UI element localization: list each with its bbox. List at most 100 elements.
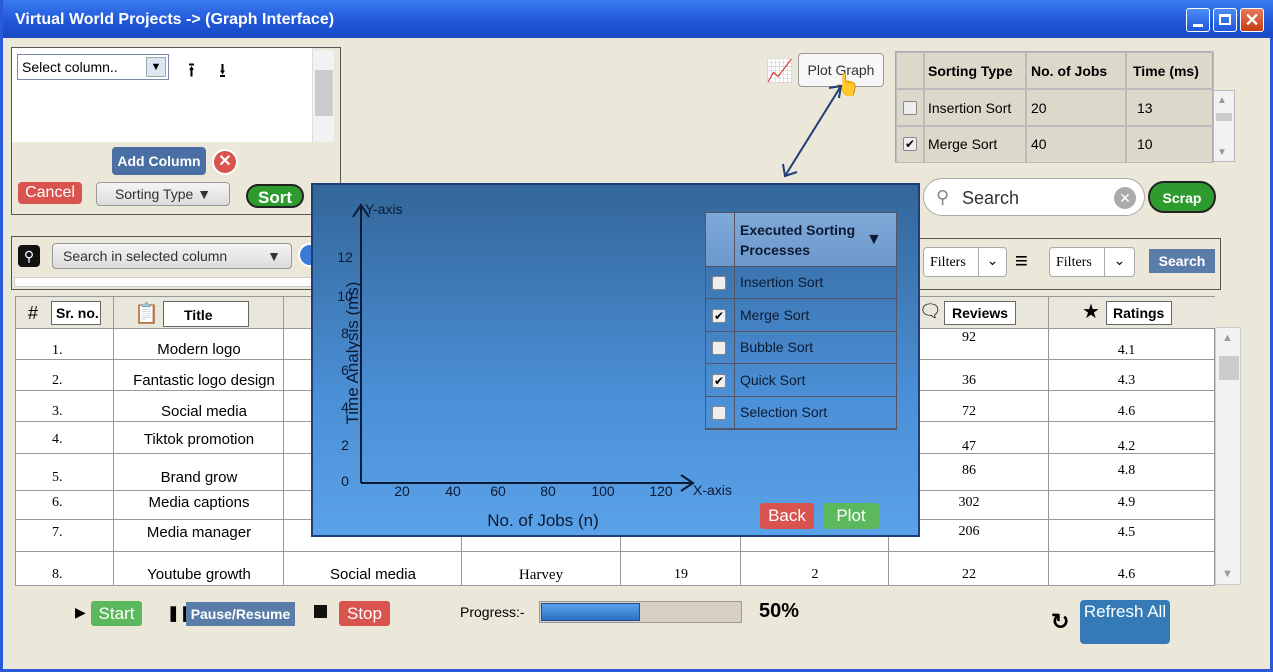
back-button[interactable]: Back xyxy=(760,503,814,529)
row-rating: 4.5 xyxy=(1117,525,1136,540)
process-row: Insertion Sort xyxy=(706,267,896,299)
x-tick-label: 40 xyxy=(445,483,461,499)
pause-resume-button[interactable]: Pause/Resume xyxy=(186,602,295,626)
y-tick-label: 4 xyxy=(341,399,349,415)
x-tick-label: 120 xyxy=(649,483,673,499)
process-label: Insertion Sort xyxy=(740,274,824,290)
close-icon: ✕ xyxy=(1244,10,1260,30)
header-time: Time (ms) xyxy=(1126,52,1214,89)
y-tick-label: 0 xyxy=(341,473,349,489)
play-icon: ▶ xyxy=(75,604,86,620)
row-title: Media manager xyxy=(146,524,252,541)
header-sorting-type: Sorting Type xyxy=(924,52,1026,89)
row-rating: 4.8 xyxy=(1117,463,1136,478)
search-icon: ⚲ xyxy=(18,245,40,267)
y-tick-label: 12 xyxy=(337,249,353,265)
progress-label: Progress:- xyxy=(460,604,525,620)
y-tick-label: 6 xyxy=(341,362,349,378)
cancel-button[interactable]: Cancel xyxy=(18,182,82,204)
header-title[interactable]: Title xyxy=(163,301,249,327)
x-tick-label: 60 xyxy=(490,483,506,499)
chevron-down-icon: ⌄ xyxy=(978,248,1006,276)
horizontal-scrollbar[interactable] xyxy=(14,277,314,287)
close-button[interactable]: ✕ xyxy=(1240,8,1264,32)
process-label: Merge Sort xyxy=(740,306,810,323)
search-button[interactable]: Search xyxy=(1149,249,1215,273)
row-sr: 3. xyxy=(52,404,63,419)
column-select[interactable]: Select column.. ▼ xyxy=(17,54,169,80)
x-tick-label: 20 xyxy=(394,483,410,499)
row-sr: 8. xyxy=(52,567,63,582)
sort-descending-icon[interactable]: ⭳ xyxy=(219,56,226,90)
sort-button[interactable]: Sort xyxy=(246,184,304,208)
process-checkbox[interactable] xyxy=(712,276,726,290)
stop-icon xyxy=(314,605,327,618)
jobs-cell: 40 xyxy=(1026,126,1126,163)
caret-down-icon: ▼ xyxy=(197,186,212,202)
table-scrollbar[interactable]: ▲ ▼ xyxy=(1215,327,1241,585)
process-checkbox-checked[interactable]: ✔ xyxy=(712,373,726,388)
sort-results-table: Sorting Type No. of Jobs Time (ms) Inser… xyxy=(895,51,1214,163)
row-title: Modern logo xyxy=(157,341,241,358)
header-sr-no[interactable]: Sr. no. xyxy=(51,301,101,325)
title-bar: Virtual World Projects -> (Graph Interfa… xyxy=(3,0,1273,38)
window-title: Virtual World Projects -> (Graph Interfa… xyxy=(15,11,335,28)
row-sr: 4. xyxy=(52,432,63,447)
process-checkbox[interactable] xyxy=(712,341,726,355)
caret-down-icon[interactable]: ▼ xyxy=(866,231,882,249)
search-column-dropdown[interactable]: Search in selected column ▼ xyxy=(52,243,292,269)
row-rating: 4.6 xyxy=(1117,404,1136,419)
sort-ascending-icon[interactable]: ⭱ xyxy=(188,56,195,90)
filter-dropdown-2[interactable]: Filters ⌄ xyxy=(1049,247,1135,277)
filter-icon[interactable]: ≡ xyxy=(1015,248,1028,274)
column-search-panel: ⚲ Search in selected column ▼ xyxy=(11,236,331,290)
chevron-down-icon: ▼ xyxy=(146,57,166,77)
row-checkbox-checked[interactable]: ✔ xyxy=(903,137,917,151)
process-table: Executed Sorting Processes ▼ Insertion S… xyxy=(705,212,897,430)
row-sr: 6. xyxy=(52,495,63,510)
connector-arrow xyxy=(782,84,843,178)
progress-bar xyxy=(539,601,742,623)
search-input[interactable]: ⚲ Search ✕ xyxy=(923,178,1145,216)
jobs-cell: 20 xyxy=(1026,89,1126,126)
caret-down-icon: ▼ xyxy=(267,248,281,264)
row-sr: 7. xyxy=(52,525,63,540)
time-cell: 10 xyxy=(1126,126,1214,163)
scrap-button[interactable]: Scrap xyxy=(1148,181,1216,213)
process-row: Selection Sort xyxy=(706,397,896,429)
stop-button[interactable]: Stop xyxy=(339,601,390,626)
row-checkbox[interactable] xyxy=(903,101,917,115)
processes-header: Executed Sorting Processes xyxy=(740,222,856,258)
plot-button[interactable]: Plot xyxy=(823,503,879,529)
row-value: 19 xyxy=(674,567,688,582)
remove-column-icon[interactable]: ✕ xyxy=(212,149,238,175)
maximize-button[interactable] xyxy=(1213,8,1237,32)
filter-dropdown-1[interactable]: Filters ⌄ xyxy=(923,247,1007,277)
header-ratings[interactable]: Ratings xyxy=(1106,301,1172,325)
graph-dialog: Y-axis X-axis Time Analysis (ms) No. of … xyxy=(311,183,920,537)
row-rating: 4.6 xyxy=(1117,567,1136,582)
process-row: ✔ Quick Sort xyxy=(706,365,896,397)
row-sr: 1. xyxy=(52,343,63,358)
process-checkbox[interactable] xyxy=(712,406,726,420)
row-title: Fantastic logo design xyxy=(133,372,275,389)
minimize-button[interactable] xyxy=(1186,8,1210,32)
clear-icon[interactable]: ✕ xyxy=(1114,187,1136,209)
column-list-scrollbar[interactable] xyxy=(312,50,334,142)
row-rating: 4.9 xyxy=(1117,495,1136,510)
hash-icon: # xyxy=(28,303,39,323)
start-button[interactable]: Start xyxy=(91,601,142,626)
x-axis-label: X-axis xyxy=(693,482,732,498)
header-reviews[interactable]: Reviews xyxy=(944,301,1016,325)
process-checkbox-checked[interactable]: ✔ xyxy=(712,308,726,323)
refresh-all-button[interactable]: Refresh All xyxy=(1080,600,1170,644)
row-category: Social media xyxy=(330,566,416,583)
star-icon: ★ xyxy=(1082,301,1100,323)
add-column-button[interactable]: Add Column xyxy=(112,147,206,175)
sorting-type-dropdown[interactable]: Sorting Type ▼ xyxy=(96,182,230,206)
y-axis-label: Y-axis xyxy=(365,201,403,217)
row-sr: 2. xyxy=(52,373,63,388)
row-title: Brand grow xyxy=(160,469,238,486)
sort-table-scrollbar[interactable]: ▲ ▼ xyxy=(1213,90,1235,162)
row-seller: Harvey xyxy=(518,567,564,583)
